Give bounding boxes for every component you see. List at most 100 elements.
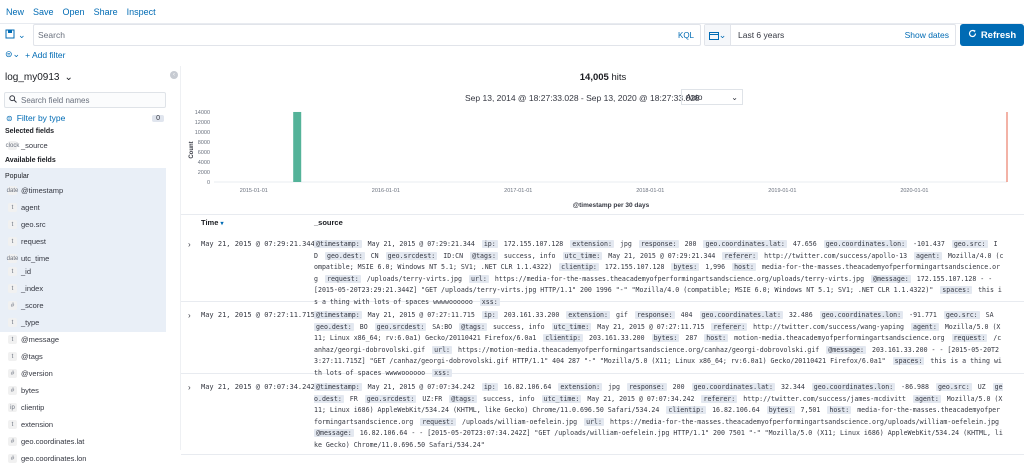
filter-options-icon[interactable]: ⊜⌄ bbox=[5, 49, 20, 60]
field-item[interactable]: # _score bbox=[0, 297, 166, 314]
search-input[interactable]: Search KQL bbox=[33, 24, 701, 46]
index-pattern-selector[interactable]: log_my0913 ⌄ bbox=[5, 72, 73, 83]
source-field-key: clientip: bbox=[559, 263, 599, 272]
source-field-value: https://media-for-the-masses.theacademyo… bbox=[609, 417, 1000, 426]
field-name: @tags bbox=[21, 352, 43, 361]
divider bbox=[181, 214, 1024, 215]
y-tick-label: 0 bbox=[207, 180, 210, 186]
source-field-value: UZ:FR bbox=[422, 394, 443, 403]
source-field-key: geo.dest: bbox=[314, 322, 354, 331]
source-field-value: jpg bbox=[619, 240, 632, 248]
field-item[interactable]: ip clientip bbox=[0, 399, 166, 416]
time-range[interactable]: Last 6 years bbox=[738, 30, 905, 40]
field-item[interactable]: date @timestamp bbox=[0, 182, 166, 199]
expand-row-icon[interactable]: › bbox=[188, 311, 191, 320]
source-field-key: @timestamp: bbox=[314, 311, 362, 319]
field-type-icon: clock bbox=[5, 141, 20, 150]
source-field-key: agent: bbox=[914, 251, 942, 260]
field-item[interactable]: clock _source bbox=[0, 137, 166, 154]
source-field-value: May 21, 2015 @ 07:29:21.344 bbox=[367, 240, 475, 248]
source-field-value: https://media-for-the-masses.theacademyo… bbox=[494, 274, 865, 283]
histogram-bar bbox=[293, 111, 302, 182]
source-field-value: http://twitter.com/success/james-mcdivit… bbox=[743, 394, 906, 403]
field-item[interactable]: # bytes bbox=[0, 382, 166, 399]
field-item[interactable]: t geo.src bbox=[0, 216, 166, 233]
source-field-value: 16.82.106.64 bbox=[712, 406, 760, 415]
filter-by-type[interactable]: ⊜ Filter by type 0 bbox=[6, 112, 164, 124]
y-tick-label: 10000 bbox=[195, 130, 210, 136]
source-field-value: http://twitter.com/success/apollo-13 bbox=[764, 251, 908, 260]
hits-label: hits bbox=[611, 72, 627, 83]
field-item[interactable]: t request bbox=[0, 233, 166, 250]
expand-row-icon[interactable]: › bbox=[188, 383, 191, 392]
field-item[interactable]: t _index bbox=[0, 280, 166, 297]
source-field-key: extension: bbox=[566, 311, 610, 319]
field-item[interactable]: t extension bbox=[0, 416, 166, 433]
source-field-value: May 21, 2015 @ 07:07:34.242 bbox=[587, 394, 695, 403]
refresh-icon bbox=[968, 29, 977, 41]
source-field-key: @message: bbox=[314, 429, 354, 438]
source-field-key: utc_time: bbox=[551, 322, 592, 331]
source-field-key: bytes: bbox=[671, 263, 700, 272]
source-field-key: @message: bbox=[826, 345, 866, 354]
field-type-icon: # bbox=[8, 437, 17, 446]
source-field-key: @tags: bbox=[449, 394, 478, 403]
calendar-icon[interactable]: ⌄ bbox=[705, 25, 731, 45]
source-field-key: geo.src: bbox=[943, 311, 980, 319]
chevron-down-icon: ⌄ bbox=[18, 29, 26, 40]
source-field-key: response: bbox=[626, 383, 667, 391]
field-search-placeholder: Search field names bbox=[21, 95, 90, 105]
source-field-key: geo.dest: bbox=[324, 251, 365, 260]
source-field-key: extension: bbox=[558, 383, 603, 391]
share-link[interactable]: Share bbox=[94, 7, 118, 17]
source-field-key: bytes: bbox=[651, 334, 680, 343]
disk-icon bbox=[5, 29, 15, 41]
available-fields-heading: Available fields bbox=[5, 157, 56, 164]
table-row[interactable]: › May 21, 2015 @ 07:07:34.242 @timestamp: … bbox=[181, 375, 1024, 455]
date-picker[interactable]: ⌄ Last 6 years Show dates bbox=[704, 24, 956, 46]
source-field-value: /uploads/terry-virts.jpg bbox=[366, 274, 462, 283]
table-row[interactable]: › May 21, 2015 @ 07:29:21.344 @timestamp: … bbox=[181, 232, 1024, 306]
source-field-key: referer: bbox=[711, 322, 748, 331]
field-item[interactable]: t @message bbox=[0, 331, 166, 348]
field-name: request bbox=[21, 237, 47, 246]
field-name: _id bbox=[21, 267, 32, 276]
open-link[interactable]: Open bbox=[63, 7, 85, 17]
inspect-link[interactable]: Inspect bbox=[127, 7, 156, 17]
field-item[interactable]: t @tags bbox=[0, 348, 166, 365]
field-item[interactable]: # @version bbox=[0, 365, 166, 382]
field-item[interactable]: t _type bbox=[0, 314, 166, 331]
field-type-icon: # bbox=[8, 454, 17, 463]
source-field-key: request: bbox=[951, 334, 988, 343]
time-column-header[interactable]: Time ▾ bbox=[201, 218, 223, 227]
source-field-value: success, info bbox=[503, 251, 556, 260]
row-source: @timestamp: May 21, 2015 @ 07:07:34.242 … bbox=[314, 382, 1004, 452]
source-field-value: 32.344 bbox=[780, 383, 805, 391]
field-search-input[interactable]: Search field names bbox=[4, 92, 166, 108]
saved-query-button[interactable]: ⌄ bbox=[5, 27, 31, 43]
field-item[interactable]: # geo.coordinates.lat bbox=[0, 433, 166, 450]
save-link[interactable]: Save bbox=[33, 7, 54, 17]
source-field-value: 287 bbox=[685, 334, 698, 343]
y-tick-label: 14000 bbox=[195, 110, 210, 116]
kql-toggle[interactable]: KQL bbox=[678, 31, 694, 40]
refresh-button[interactable]: Refresh bbox=[960, 24, 1024, 46]
expand-row-icon[interactable]: › bbox=[188, 240, 191, 249]
source-field-value: 203.161.33.200 bbox=[589, 334, 645, 343]
source-field-key: @tags: bbox=[470, 251, 498, 260]
time-header-label: Time bbox=[201, 218, 219, 227]
table-row[interactable]: › May 21, 2015 @ 07:27:11.715 @timestamp: … bbox=[181, 303, 1024, 377]
show-dates-link[interactable]: Show dates bbox=[905, 30, 949, 40]
source-field-key: geo.srcdest: bbox=[374, 322, 427, 331]
field-item[interactable]: # geo.coordinates.lon bbox=[0, 450, 166, 467]
interval-select[interactable]: Auto ⌄ bbox=[681, 89, 743, 105]
field-item[interactable]: t _id bbox=[0, 263, 166, 280]
add-filter-button[interactable]: + Add filter bbox=[25, 50, 65, 60]
filter-by-type-label: Filter by type bbox=[16, 113, 66, 123]
popular-heading: Popular bbox=[5, 173, 30, 180]
source-field-value: 172.155.107.128 bbox=[604, 263, 665, 272]
new-link[interactable]: New bbox=[6, 7, 24, 17]
field-type-icon: date bbox=[6, 254, 19, 263]
field-item[interactable]: t agent bbox=[0, 199, 166, 216]
collapse-sidebar-icon[interactable]: ‹ bbox=[170, 71, 178, 79]
